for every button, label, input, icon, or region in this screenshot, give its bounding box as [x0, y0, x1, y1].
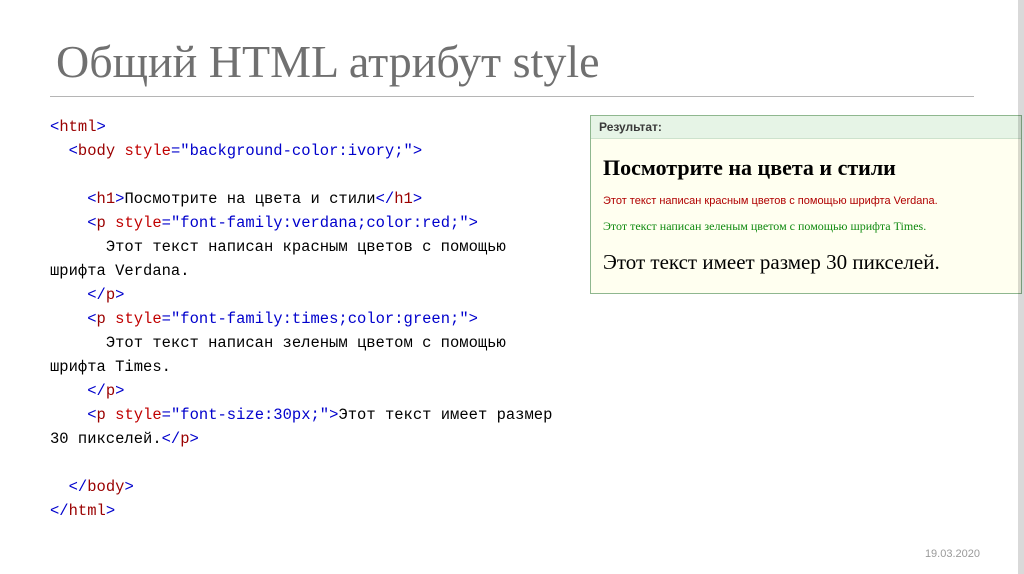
tag-h1-close: h1 — [394, 190, 413, 208]
tag-html: html — [59, 118, 96, 136]
p1-text: Этот текст написан красным цветов с помо… — [50, 238, 515, 280]
result-pane: Результат: Посмотрите на цвета и стили Э… — [590, 115, 1022, 523]
h1-text: Посмотрите на цвета и стили — [124, 190, 375, 208]
slide-right-shadow — [1018, 0, 1024, 574]
title-underline — [50, 96, 974, 97]
tag-body: body — [78, 142, 115, 160]
result-green-line: Этот текст написан зеленым цветом с помо… — [603, 219, 1009, 234]
content-row: <html> <body style="background-color:ivo… — [50, 115, 974, 523]
val-body-style: "background-color:ivory;" — [180, 142, 413, 160]
p2-text: Этот текст написан зеленым цветом с помо… — [50, 334, 515, 376]
tag-p1-open: p — [97, 214, 106, 232]
code-block: <html> <body style="background-color:ivo… — [50, 115, 570, 523]
val-p2-style: "font-family:times;color:green;" — [171, 310, 469, 328]
result-header: Результат: — [591, 116, 1021, 139]
result-red-line: Этот текст написан красным цветов с помо… — [603, 195, 1009, 207]
slide-title: Общий HTML атрибут style — [56, 35, 974, 88]
val-p3-style: "font-size:30px;" — [171, 406, 329, 424]
slide: Общий HTML атрибут style <html> <body st… — [0, 0, 1024, 574]
result-h1: Посмотрите на цвета и стили — [603, 155, 1009, 181]
result-body: Посмотрите на цвета и стили Этот текст н… — [591, 139, 1021, 293]
result-big-line: Этот текст имеет размер 30 пикселей. — [603, 250, 1009, 275]
attr-style: style — [124, 142, 171, 160]
val-p1-style: "font-family:verdana;color:red;" — [171, 214, 469, 232]
footer-date: 19.03.2020 — [925, 548, 980, 560]
result-box: Результат: Посмотрите на цвета и стили Э… — [590, 115, 1022, 294]
tag-h1-open: h1 — [97, 190, 116, 208]
